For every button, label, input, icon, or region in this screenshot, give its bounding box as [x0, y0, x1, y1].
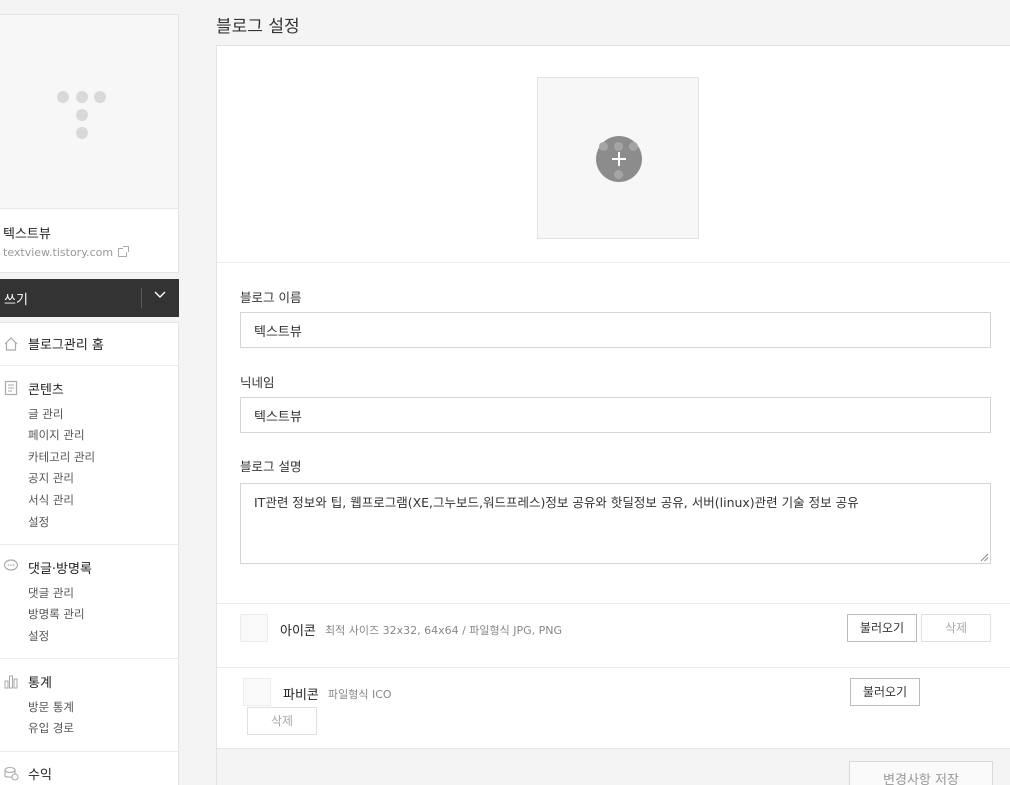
sidebar-item-visit-stats[interactable]: 방문 통계	[28, 699, 74, 715]
profile-card: 텍스트뷰 textview.tistory.com	[0, 14, 179, 273]
add-image-button[interactable]	[596, 136, 642, 182]
sidebar-item-comments[interactable]: 댓글 관리	[28, 585, 74, 601]
menu-group-comments: 댓글·방명록 댓글 관리 방명록 관리 설정	[0, 545, 178, 659]
sidebar-group-contents[interactable]: 콘텐츠	[28, 379, 64, 398]
sidebar-item-home[interactable]: 블로그관리 홈	[28, 334, 104, 353]
divider	[217, 262, 1010, 263]
page-title: 블로그 설정	[216, 17, 300, 37]
sidebar-group-comments[interactable]: 댓글·방명록	[28, 558, 92, 577]
sidebar-item-content-settings[interactable]: 설정	[28, 514, 49, 530]
resize-handle-icon[interactable]	[980, 553, 989, 562]
sidebar-item-referrers[interactable]: 유입 경로	[28, 720, 74, 736]
blog-profile-image[interactable]	[0, 15, 178, 209]
icon-thumbnail	[240, 614, 268, 642]
save-changes-button[interactable]: 변경사항 저장	[849, 761, 993, 785]
divider	[217, 603, 1010, 604]
blog-image-upload[interactable]	[537, 77, 699, 239]
icon-delete-button[interactable]: 삭제	[921, 614, 991, 642]
favicon-load-button[interactable]: 불러오기	[850, 678, 920, 706]
favicon-description: 파일형식 ICO	[328, 688, 392, 701]
logo-dot	[76, 109, 88, 121]
write-divider	[141, 288, 142, 308]
blog-name-input[interactable]	[240, 312, 991, 348]
description-textarea[interactable]: IT관련 정보와 팁, 웹프로그램(XE,그누보드,워드프레스)정보 공유와 핫…	[240, 483, 991, 564]
logo-dot	[629, 142, 638, 151]
sidebar-item-categories[interactable]: 카테고리 관리	[28, 449, 95, 465]
sidebar-item-guestbook[interactable]: 방명록 관리	[28, 606, 85, 622]
home-icon	[4, 337, 18, 351]
icon-load-button[interactable]: 불러오기	[847, 614, 917, 642]
logo-dot	[599, 142, 608, 151]
sidebar-group-revenue[interactable]: 수익	[28, 764, 52, 783]
write-button[interactable]: 쓰기	[0, 279, 179, 317]
description-label: 블로그 설명	[240, 459, 302, 474]
menu-group-stats: 통계 방문 통계 유입 경로	[0, 659, 178, 752]
sidebar-menu: 블로그관리 홈 콘텐츠 글 관리 페이지 관리 카테고리 관리 공지 관리 서식…	[0, 322, 179, 785]
icon-title: 아이콘	[280, 624, 316, 639]
plus-icon	[618, 152, 620, 166]
nickname-input[interactable]	[240, 397, 991, 433]
sidebar-item-comment-settings[interactable]: 설정	[28, 628, 49, 644]
menu-group-revenue: 수익	[0, 752, 178, 785]
sidebar-group-stats[interactable]: 통계	[28, 672, 52, 691]
sidebar-item-notices[interactable]: 공지 관리	[28, 470, 74, 486]
logo-dot	[57, 91, 69, 103]
sidebar: 텍스트뷰 textview.tistory.com 쓰기 블로그관리 홈 콘텐츠…	[0, 0, 180, 785]
nickname-label: 닉네임	[240, 375, 275, 390]
blog-name: 텍스트뷰	[3, 227, 51, 242]
sidebar-item-posts[interactable]: 글 관리	[28, 406, 63, 422]
sidebar-item-templates[interactable]: 서식 관리	[28, 492, 74, 508]
blog-url-link[interactable]: textview.tistory.com	[3, 246, 130, 259]
favicon-thumbnail	[243, 678, 271, 706]
logo-dot	[76, 127, 88, 139]
speech-bubble-icon	[3, 559, 19, 571]
icon-description: 최적 사이즈 32x32, 64x64 / 파일형식 JPG, PNG	[325, 624, 563, 637]
logo-dot	[614, 142, 623, 151]
document-icon	[4, 380, 18, 396]
external-link-icon[interactable]	[118, 246, 130, 257]
bar-chart-icon	[4, 675, 18, 689]
divider	[217, 667, 1010, 668]
favicon-delete-button[interactable]: 삭제	[247, 707, 317, 735]
panel-footer: 변경사항 저장	[217, 748, 1010, 785]
logo-dot	[94, 91, 106, 103]
blog-name-label: 블로그 이름	[240, 290, 302, 305]
menu-group-contents: 콘텐츠 글 관리 페이지 관리 카테고리 관리 공지 관리 서식 관리 설정	[0, 366, 178, 545]
sidebar-item-pages[interactable]: 페이지 관리	[28, 427, 85, 443]
logo-dot	[614, 170, 623, 179]
logo-dot	[76, 91, 88, 103]
favicon-title: 파비콘	[283, 688, 319, 703]
icon-settings-section: 아이콘 최적 사이즈 32x32, 64x64 / 파일형식 JPG, PNG …	[217, 603, 1010, 748]
settings-panel: 블로그 이름 닉네임 블로그 설명 IT관련 정보와 팁, 웹프로그램(XE,그…	[216, 45, 1010, 785]
coin-icon	[4, 766, 19, 781]
menu-group-home: 블로그관리 홈	[0, 323, 178, 366]
blog-url-text[interactable]: textview.tistory.com	[3, 246, 113, 259]
write-label[interactable]: 쓰기	[4, 289, 28, 308]
chevron-down-icon[interactable]	[153, 288, 167, 302]
